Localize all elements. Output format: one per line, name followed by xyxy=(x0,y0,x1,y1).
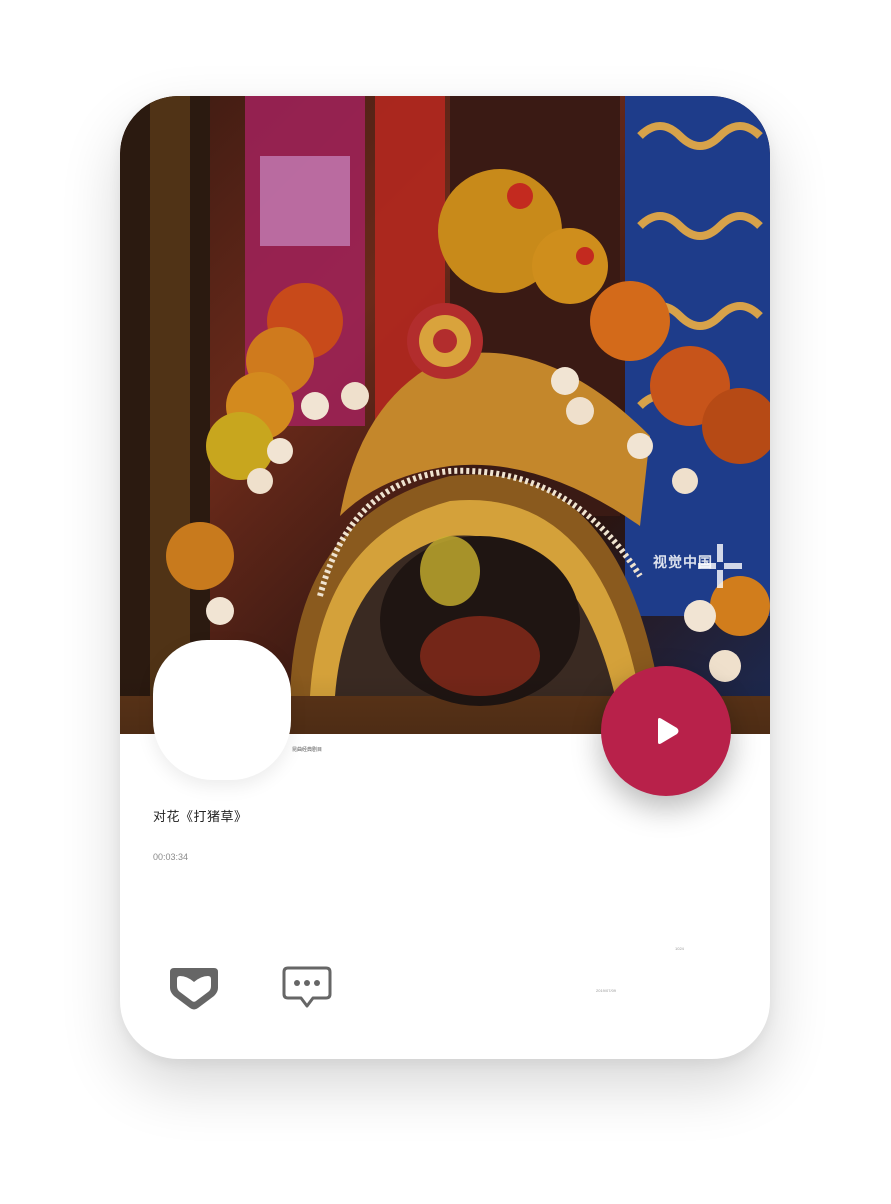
media-card: 视觉中国 昆曲经典剧目 对花《打猪草》 00:03:34 1024 2019/0… xyxy=(120,96,770,1059)
like-count: 1024 xyxy=(675,946,684,951)
track-duration: 00:03:34 xyxy=(153,852,189,862)
avatar[interactable] xyxy=(153,640,291,780)
play-icon xyxy=(658,718,679,744)
track-title: 对花《打猪草》 xyxy=(153,809,248,824)
comment-icon xyxy=(282,966,332,1008)
opera-crown-illustration xyxy=(120,96,770,734)
heart-icon xyxy=(170,968,218,1010)
comment-button[interactable] xyxy=(282,966,332,1015)
cover-caption: 昆曲经典剧目 xyxy=(292,747,323,753)
publish-date: 2019/07/09 xyxy=(596,988,617,993)
like-button[interactable] xyxy=(168,966,220,1015)
watermark: 视觉中国 xyxy=(653,554,713,570)
cover-image[interactable]: 视觉中国 xyxy=(120,96,770,734)
play-button[interactable] xyxy=(601,666,731,796)
